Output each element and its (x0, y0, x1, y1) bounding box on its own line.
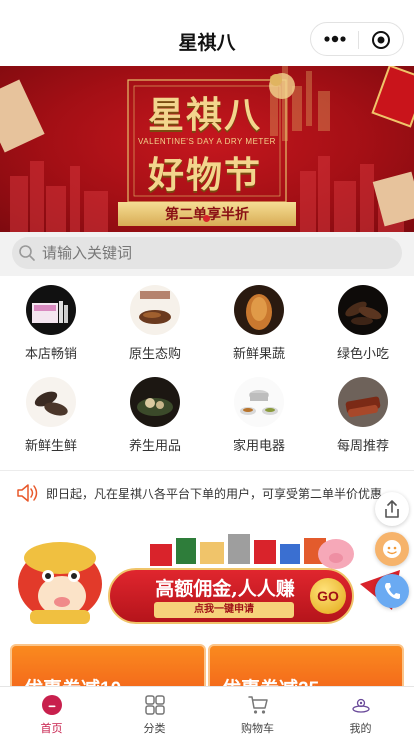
more-icon[interactable] (323, 33, 347, 45)
profile-icon (352, 698, 370, 713)
tab-label: 首页 (40, 723, 63, 735)
share-button[interactable] (375, 492, 409, 526)
banner-title: 星祺八 (147, 94, 262, 136)
category-item[interactable]: 原生态购 (110, 276, 200, 366)
category-label: 本店畅销 (24, 346, 77, 361)
tab-home[interactable]: 首页 (0, 687, 103, 736)
tab-profile[interactable]: 我的 (309, 687, 412, 736)
promo-banner[interactable]: 星祺八 VALENTINE'S DAY A DRY METER 好物节 第二单享… (0, 66, 414, 232)
banner-subtitle: VALENTINE'S DAY A DRY METER (138, 137, 276, 146)
category-label: 新鲜生鲜 (24, 438, 77, 453)
promo-apply-link: 点我一键申请 (154, 602, 294, 618)
coupon-card[interactable]: 优惠券减25 (208, 644, 404, 686)
carousel-indicator[interactable] (203, 215, 210, 222)
tab-cart[interactable]: 购物车 (206, 687, 309, 736)
tab-category[interactable]: 分类 (103, 687, 206, 736)
bottom-tab-bar: 首页 分类 购物车 我的 (0, 686, 414, 736)
category-item[interactable]: 新鲜生鲜 (6, 368, 96, 458)
category-item[interactable]: 每周推荐 (318, 368, 408, 458)
home-icon (42, 695, 62, 715)
phone-icon (385, 583, 400, 599)
phone-button[interactable] (375, 574, 409, 608)
close-target-icon[interactable] (371, 30, 391, 50)
notice-text: 即日起，凡在星祺八各平台下单的用户，可享受第二单半价优惠 (46, 487, 383, 501)
category-label: 每周推荐 (336, 438, 389, 453)
category-item[interactable]: 新鲜果蔬 (214, 276, 304, 366)
category-label: 原生态购 (128, 346, 181, 361)
sea-cucumber-image (338, 285, 388, 335)
capsule-divider (358, 31, 359, 49)
coupon-label: 优惠券减25 (222, 674, 319, 686)
share-icon (385, 500, 399, 518)
sliced-meat-image (338, 377, 388, 427)
app-page: 星祺八 星祺八 VALENTINE'S DAY A DRY METER 好物节 … (0, 0, 414, 736)
notice-bar[interactable]: 即日起，凡在星祺八各平台下单的用户，可享受第二单半价优惠 (0, 470, 414, 514)
category-label: 新鲜果蔬 (232, 346, 285, 361)
banner-title-2: 好物节 (147, 154, 262, 196)
coupon-card[interactable]: 优惠券减10 (10, 644, 206, 686)
coupon-list: 优惠券减10 优惠券减25 (0, 638, 414, 686)
category-label: 养生用品 (128, 438, 181, 453)
search-box[interactable] (12, 237, 402, 269)
commission-promo[interactable]: 高额佣金,人人赚 点我一键申请 GO (0, 514, 414, 638)
nav-header: 星祺八 (0, 0, 414, 66)
category-label: 绿色小吃 (336, 346, 389, 361)
commission-button[interactable]: 高额佣金,人人赚 点我一键申请 GO (108, 568, 354, 624)
mini-program-capsule (310, 22, 404, 56)
health-food-image (130, 377, 180, 427)
category-item[interactable]: 家用电器 (214, 368, 304, 458)
category-item[interactable]: 养生用品 (110, 368, 200, 458)
speaker-icon (17, 484, 38, 502)
dried-seafood-image (26, 377, 76, 427)
cart-icon (248, 696, 268, 714)
go-button[interactable]: GO (310, 578, 346, 614)
grid-icon (145, 695, 165, 715)
customer-service-button[interactable] (375, 532, 409, 566)
banner-ribbon: 第二单享半折 (118, 202, 296, 226)
search-bar (0, 232, 414, 276)
product-box-image (26, 285, 76, 335)
promo-headline: 高额佣金,人人赚 (155, 578, 295, 600)
coupon-label: 优惠券减10 (24, 674, 121, 686)
tab-label: 我的 (349, 723, 372, 735)
tab-label: 分类 (143, 723, 166, 735)
category-item[interactable]: 本店畅销 (6, 276, 96, 366)
service-icon (383, 540, 401, 558)
search-icon (19, 245, 35, 261)
dried-food-image (130, 285, 180, 335)
kitchenware-image (234, 377, 284, 427)
tab-label: 购物车 (241, 723, 274, 735)
category-label: 家用电器 (232, 438, 285, 453)
category-grid: 本店畅销 原生态购 新鲜果蔬 绿色小吃 新鲜生鲜 养生用品 家用电器 每周推荐 (0, 276, 414, 468)
search-input[interactable] (42, 242, 382, 264)
roast-food-image (234, 285, 284, 335)
category-item[interactable]: 绿色小吃 (318, 276, 408, 366)
